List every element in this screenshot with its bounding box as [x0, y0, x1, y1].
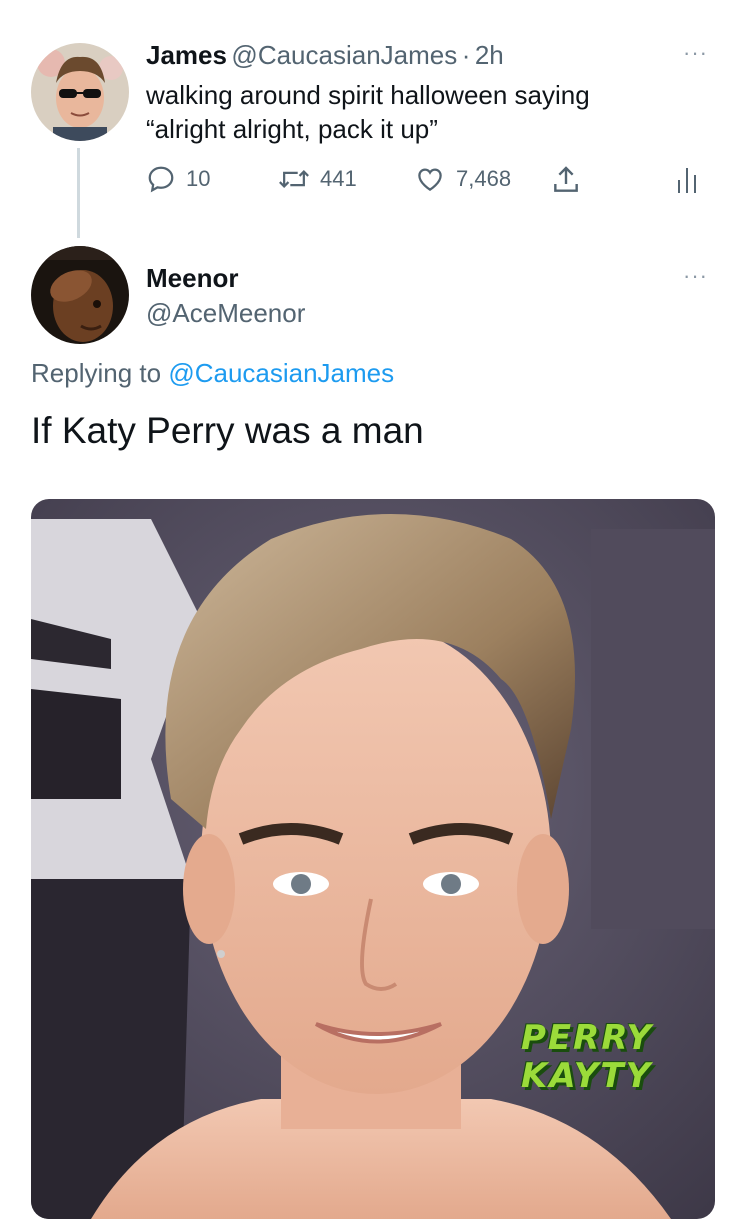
reply-count: 10	[186, 166, 211, 191]
avatar-meenor-image	[31, 246, 129, 344]
tweet-time[interactable]: 2h	[475, 40, 504, 70]
media-caption: PERRY KAYTY	[521, 1019, 653, 1095]
tweet-text-line-1: walking around spirit halloween saying	[146, 80, 590, 110]
media-photo	[31, 499, 715, 1219]
author-handle[interactable]: @CaucasianJames	[231, 40, 457, 70]
author-name[interactable]: James	[146, 40, 227, 70]
reply-more-icon[interactable]: ···	[683, 263, 708, 289]
tweet-text: walking around spirit halloween saying “…	[146, 78, 590, 146]
retweet-count: 441	[320, 166, 357, 191]
analytics-icon	[678, 168, 696, 193]
avatar-james-image	[31, 43, 129, 141]
tweet-text-line-2: “alright alright, pack it up”	[146, 114, 438, 144]
reply-author-handle[interactable]: @AceMeenor	[146, 298, 305, 329]
retweet-icon	[279, 170, 309, 188]
analytics-button[interactable]	[676, 166, 698, 199]
tweet-header: James @CaucasianJames · 2h	[146, 40, 504, 71]
reply-author-name[interactable]: Meenor	[146, 263, 238, 294]
reply-icon	[148, 166, 174, 193]
replying-prefix: Replying to	[31, 358, 162, 388]
reply-media[interactable]: PERRY KAYTY	[31, 499, 715, 1219]
avatar-meenor[interactable]	[31, 246, 129, 344]
reply-text: If Katy Perry was a man	[31, 410, 424, 451]
avatar-james[interactable]	[31, 43, 129, 141]
like-button[interactable]: 7,468	[414, 164, 511, 194]
thread-line	[77, 148, 80, 238]
more-icon[interactable]: ···	[683, 40, 708, 66]
like-icon	[418, 168, 442, 191]
reply-button[interactable]: 10	[146, 164, 210, 194]
separator: ·	[461, 40, 471, 70]
media-caption-line-2: KAYTY	[521, 1056, 653, 1096]
replying-to: Replying to @CaucasianJames	[31, 358, 394, 389]
replying-handle-link[interactable]: @CaucasianJames	[168, 358, 394, 388]
like-count: 7,468	[456, 166, 512, 191]
share-icon	[554, 166, 578, 192]
retweet-button[interactable]: 441	[278, 164, 357, 194]
share-button[interactable]	[550, 164, 582, 201]
media-caption-line-1: PERRY	[521, 1018, 654, 1058]
